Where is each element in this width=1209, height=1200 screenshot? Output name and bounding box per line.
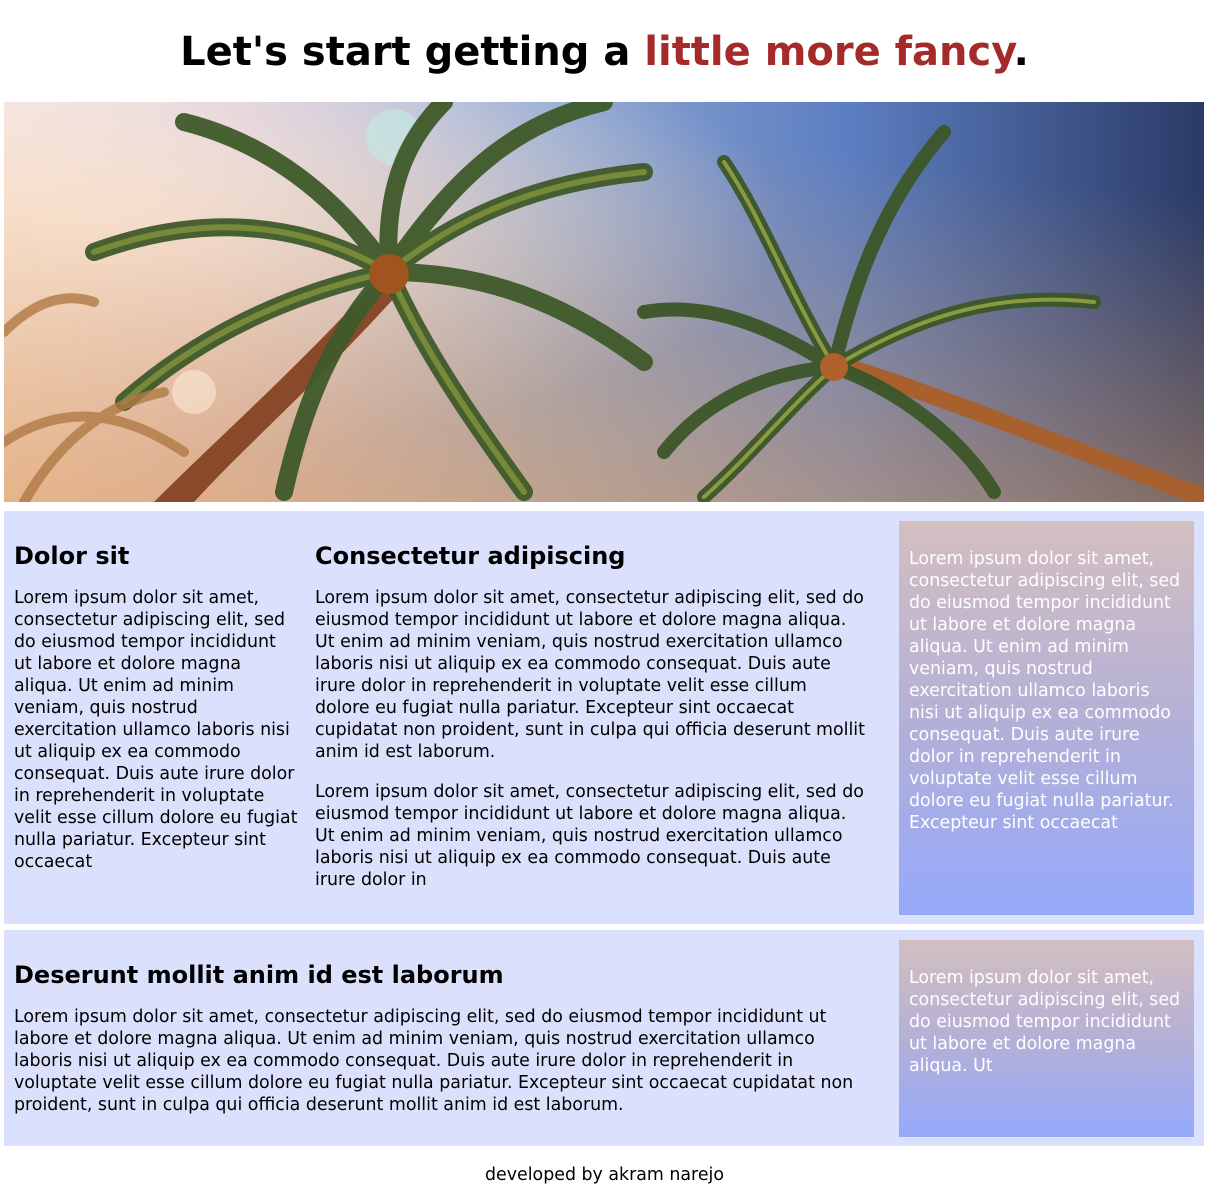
column-paragraph-2: Lorem ipsum dolor sit amet, consectetur … [315, 782, 864, 890]
column-dolor-sit: Dolor sit Lorem ipsum dolor sit amet, co… [14, 541, 299, 873]
title-end: . [1013, 29, 1029, 75]
section-text: Lorem ipsum dolor sit amet, consectetur … [14, 1007, 854, 1115]
title-accent: little more fancy [644, 29, 1014, 75]
column-deserunt: Deserunt mollit anim id est laborum Lore… [14, 960, 874, 1116]
column-heading: Consectetur adipiscing [315, 542, 626, 570]
column-paragraph-1: Lorem ipsum dolor sit amet, consectetur … [315, 588, 865, 762]
aside-text: Lorem ipsum dolor sit amet, consectetur … [909, 968, 1181, 1076]
footer: developed by akram narejo [0, 1163, 1209, 1187]
column-text: Lorem ipsum dolor sit amet, consectetur … [14, 588, 298, 872]
title-text: Let's start getting a [180, 29, 645, 75]
content-row-2: Deserunt mollit anim id est laborum Lore… [4, 930, 1204, 1146]
palm-trees-illustration [4, 102, 1204, 502]
aside-text: Lorem ipsum dolor sit amet, consectetur … [909, 549, 1181, 833]
aside-box: Lorem ipsum dolor sit amet, consectetur … [899, 521, 1194, 915]
section-heading: Deserunt mollit anim id est laborum [14, 961, 504, 989]
content-row-1: Dolor sit Lorem ipsum dolor sit amet, co… [4, 511, 1204, 924]
footer-credit: developed by akram narejo [485, 1165, 724, 1185]
column-consectetur: Consectetur adipiscing Lorem ipsum dolor… [315, 541, 865, 891]
aside-box: Lorem ipsum dolor sit amet, consectetur … [899, 940, 1194, 1137]
column-heading: Dolor sit [14, 542, 130, 570]
hero-image [4, 102, 1204, 502]
page-title: Let's start getting a little more fancy. [0, 28, 1209, 76]
